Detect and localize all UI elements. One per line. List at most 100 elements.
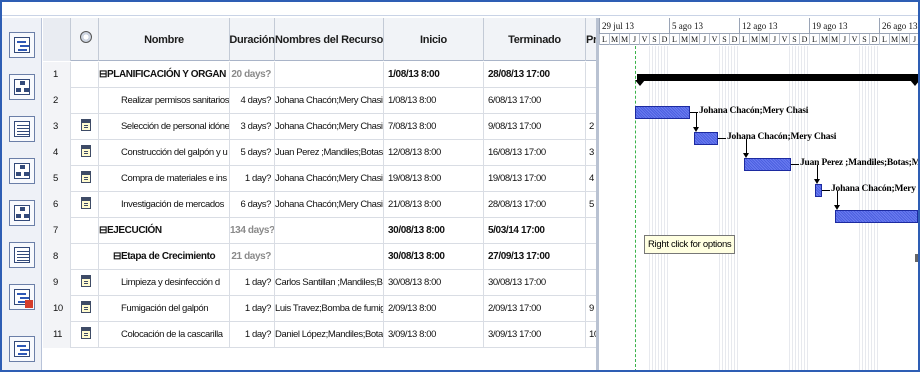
predecessors-cell[interactable]: 9 <box>586 296 596 322</box>
duration-cell[interactable]: 1 day? <box>230 166 275 192</box>
resource-view-icon[interactable] <box>9 200 35 226</box>
task-bar[interactable] <box>815 184 822 197</box>
tracking-gantt-icon[interactable] <box>9 284 35 310</box>
indicator-cell[interactable] <box>71 192 99 218</box>
resource-names-cell[interactable]: Juan Perez ;Mandiles;Botas... <box>275 140 384 166</box>
row-id-cell[interactable]: 11 <box>43 322 71 348</box>
predecessors-cell[interactable]: 4 <box>586 166 596 192</box>
finish-cell[interactable]: 6/08/13 17:00 <box>484 88 586 114</box>
task-name-cell[interactable]: Selección de personal idóne <box>99 114 230 140</box>
predecessors-cell[interactable] <box>586 244 596 270</box>
resource-names-cell[interactable]: Carlos Santillan ;Mandiles;B... <box>275 270 384 296</box>
row-id-cell[interactable]: 6 <box>43 192 71 218</box>
start-cell[interactable]: 30/08/13 8:00 <box>384 218 484 244</box>
table-row[interactable]: 8 ⊟Etapa de Crecimiento 21 days? 30/08/13 8… <box>43 244 596 270</box>
finish-cell[interactable]: 28/08/13 17:00 <box>484 62 586 88</box>
network-diagram-icon[interactable] <box>9 74 35 100</box>
indicator-cell[interactable] <box>71 296 99 322</box>
finish-cell[interactable]: 16/08/13 17:00 <box>484 140 586 166</box>
indicator-cell[interactable] <box>71 244 99 270</box>
header-resources[interactable]: Nombres del Recurso <box>275 18 384 61</box>
summary-task-bar[interactable] <box>635 74 918 86</box>
row-id-cell[interactable]: 8 <box>43 244 71 270</box>
start-cell[interactable]: 30/08/13 8:00 <box>384 270 484 296</box>
table-row[interactable]: 9 Limpieza y desinfección d1 day? Carlos S… <box>43 270 596 296</box>
resource-names-cell[interactable]: Luis Travez;Bomba de fumig... <box>275 296 384 322</box>
task-bar[interactable] <box>635 106 690 119</box>
resource-names-cell[interactable]: Johana Chacón;Mery Chasi <box>275 88 384 114</box>
resource-graph-icon[interactable] <box>9 336 35 362</box>
task-name-cell[interactable]: Colocación de la cascarilla <box>99 322 230 348</box>
indicator-cell[interactable] <box>71 322 99 348</box>
task-name-cell[interactable]: Realizar permisos sanitarios <box>99 88 230 114</box>
duration-cell[interactable]: 20 days? <box>230 62 275 88</box>
header-name[interactable]: Nombre <box>99 18 230 61</box>
duration-cell[interactable]: 1 day? <box>230 270 275 296</box>
duration-cell[interactable]: 5 days? <box>230 140 275 166</box>
gantt-chart[interactable]: 29 jul 13 5 ago 13 12 ago 13 19 ago 13 26 ag… <box>599 18 918 370</box>
task-usage-icon[interactable] <box>9 116 35 142</box>
task-name-cell[interactable]: Compra de materiales e ins <box>99 166 230 192</box>
header-indicators[interactable] <box>71 18 99 61</box>
table-row[interactable]: 3 Selección de personal idóne 3 days? Johan… <box>43 114 596 140</box>
finish-cell[interactable]: 28/08/13 17:00 <box>484 192 586 218</box>
start-cell[interactable]: 30/08/13 8:00 <box>384 244 484 270</box>
finish-cell[interactable]: 3/09/13 17:00 <box>484 322 586 348</box>
row-id-cell[interactable]: 2 <box>43 88 71 114</box>
predecessors-cell[interactable] <box>586 270 596 296</box>
table-row[interactable]: 5 Compra de materiales e ins 1 day? Johana … <box>43 166 596 192</box>
table-row[interactable]: 4 Construcción del galpón y u5 days? Juan … <box>43 140 596 166</box>
finish-cell[interactable]: 30/08/13 17:00 <box>484 270 586 296</box>
finish-cell[interactable]: 27/09/13 17:00 <box>484 244 586 270</box>
duration-cell[interactable]: 1 day? <box>230 296 275 322</box>
table-row[interactable]: 6 Investigación de mercados 6 days? Johana … <box>43 192 596 218</box>
task-name-cell[interactable]: Investigación de mercados <box>99 192 230 218</box>
team-planner-icon[interactable] <box>9 158 35 184</box>
table-row[interactable]: 2 Realizar permisos sanitarios 4 days? Joha… <box>43 88 596 114</box>
indicator-cell[interactable] <box>71 270 99 296</box>
predecessors-cell[interactable] <box>586 62 596 88</box>
table-row[interactable]: 11 Colocación de la cascarilla 1 day? Danie… <box>43 322 596 348</box>
resource-names-cell[interactable]: Johana Chacón;Mery Chasi <box>275 114 384 140</box>
finish-cell[interactable]: 19/08/13 17:00 <box>484 166 586 192</box>
header-start[interactable]: Inicio <box>384 18 484 61</box>
finish-cell[interactable]: 2/09/13 17:00 <box>484 296 586 322</box>
indicator-cell[interactable] <box>71 88 99 114</box>
predecessors-cell[interactable]: 2 <box>586 114 596 140</box>
task-name-cell[interactable]: ⊟PLANIFICACIÓN Y ORGAN <box>99 62 230 88</box>
table-row[interactable]: 10 Fumigación del galpón 1 day? Luis Travez… <box>43 296 596 322</box>
task-name-cell[interactable]: Fumigación del galpón <box>99 296 230 322</box>
start-cell[interactable]: 3/09/13 8:00 <box>384 322 484 348</box>
row-id-cell[interactable]: 4 <box>43 140 71 166</box>
start-cell[interactable]: 19/08/13 8:00 <box>384 166 484 192</box>
start-cell[interactable]: 12/08/13 8:00 <box>384 140 484 166</box>
duration-cell[interactable]: 21 days? <box>230 244 275 270</box>
resource-names-cell[interactable]: Johana Chacón;Mery Chasi <box>275 166 384 192</box>
start-cell[interactable]: 1/08/13 8:00 <box>384 62 484 88</box>
grid-view-icon[interactable] <box>9 242 35 268</box>
indicator-cell[interactable] <box>71 62 99 88</box>
resource-names-cell[interactable] <box>275 62 384 88</box>
resource-names-cell[interactable] <box>275 244 384 270</box>
finish-cell[interactable]: 9/08/13 17:00 <box>484 114 586 140</box>
resource-names-cell[interactable]: Daniel López;Mandiles;Bota... <box>275 322 384 348</box>
task-bar[interactable] <box>694 132 718 145</box>
header-id[interactable] <box>43 18 71 61</box>
indicator-cell[interactable] <box>71 140 99 166</box>
row-id-cell[interactable]: 9 <box>43 270 71 296</box>
predecessors-cell[interactable]: 5 <box>586 192 596 218</box>
duration-cell[interactable]: 4 days? <box>230 88 275 114</box>
duration-cell[interactable]: 3 days? <box>230 114 275 140</box>
gantt-view-icon[interactable] <box>9 32 35 58</box>
resource-names-cell[interactable]: Johana Chacón;Mery Chasi <box>275 192 384 218</box>
start-cell[interactable]: 7/08/13 8:00 <box>384 114 484 140</box>
row-id-cell[interactable]: 5 <box>43 166 71 192</box>
task-name-cell[interactable]: ⊟EJECUCIÓN <box>99 218 230 244</box>
row-id-cell[interactable]: 7 <box>43 218 71 244</box>
task-name-cell[interactable]: Construcción del galpón y u <box>99 140 230 166</box>
predecessors-cell[interactable] <box>586 88 596 114</box>
task-name-cell[interactable]: ⊟Etapa de Crecimiento <box>99 244 230 270</box>
row-id-cell[interactable]: 3 <box>43 114 71 140</box>
predecessors-cell[interactable]: 10 <box>586 322 596 348</box>
predecessors-cell[interactable]: 3 <box>586 140 596 166</box>
